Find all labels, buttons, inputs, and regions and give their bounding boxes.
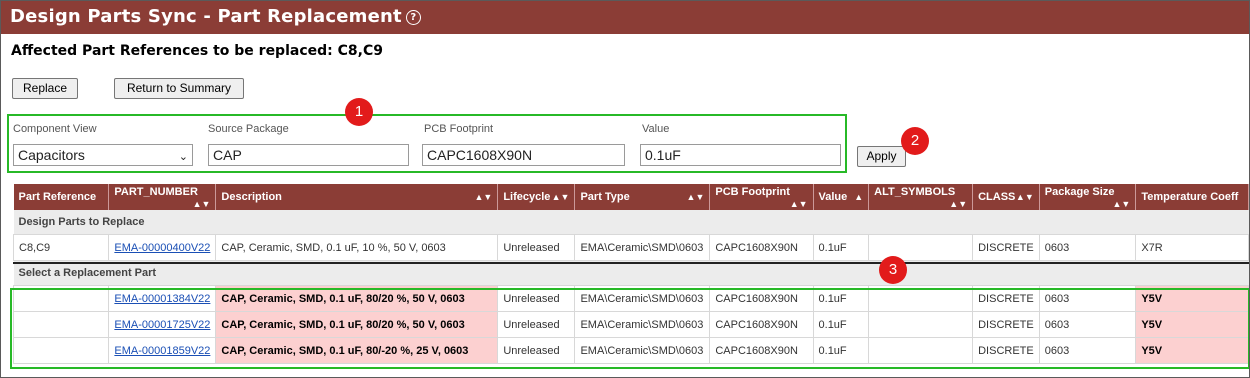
section-divider [13,262,1249,264]
pcb-footprint-label: PCB Footprint [424,123,494,135]
sort-icon[interactable]: ▲▼ [1016,192,1034,202]
column-header[interactable]: CLASS ▲▼ [972,184,1040,210]
chevron-down-icon: ⌄ [178,151,188,163]
column-header[interactable]: Value ▲ [813,184,870,210]
replacement-callout-box [10,288,1249,369]
section-header-row: Design Parts to Replace [13,210,1249,235]
column-header[interactable]: Part Reference [13,184,110,210]
column-header[interactable]: PCB Footprint ▲▼ [709,184,814,210]
column-header[interactable]: Part Type ▲▼ [574,184,711,210]
apply-button[interactable]: Apply [857,146,906,167]
value-field[interactable]: 0.1uF [640,144,841,166]
table-header-row: Part Reference PART_NUMBER ▲▼ Description… [13,184,1249,210]
help-icon[interactable]: ? [405,10,421,25]
column-header[interactable]: Package Size ▲▼ [1039,184,1137,210]
pcb-footprint-field[interactable]: CAPC1608X90N [422,144,625,166]
column-header[interactable]: Lifecycle ▲▼ [497,184,576,210]
component-view-label: Component View [13,123,97,135]
section-title: Select a Replacement Part [13,260,1249,286]
sort-icon[interactable]: ▲▼ [790,199,808,209]
return-to-summary-button[interactable]: Return to Summary [114,78,244,99]
replace-button[interactable]: Replace [12,78,78,99]
window-title: Design Parts Sync - Part Replacement? [10,6,421,27]
value-label: Value [642,123,670,135]
sort-icon[interactable]: ▲▼ [552,192,570,202]
sort-icon[interactable]: ▲▼ [949,199,967,209]
component-view-select[interactable]: Capacitors ⌄ [13,144,193,166]
sort-icon[interactable]: ▲▼ [687,192,705,202]
sort-ascending-icon[interactable]: ▲ [854,192,863,202]
callout-badge-3: 3 [879,256,907,284]
source-package-label: Source Package [208,123,289,135]
column-header[interactable]: Description ▲▼ [215,184,499,210]
column-header[interactable]: PART_NUMBER ▲▼ [108,184,217,210]
sort-icon[interactable]: ▲▼ [1113,199,1131,209]
column-header[interactable]: Temperature Coeff [1135,184,1249,210]
section-header-row: Select a Replacement Part [13,260,1249,286]
title-bar: Design Parts Sync - Part Replacement? [1,1,1249,34]
sort-icon[interactable]: ▲▼ [474,192,492,202]
callout-badge-2: 2 [901,127,929,155]
section-title: Design Parts to Replace [13,210,1249,235]
part-number-link[interactable]: EMA-00000400V22 [114,242,210,254]
source-package-field[interactable]: CAP [208,144,409,166]
part-replacement-window: Design Parts Sync - Part Replacement? Af… [0,0,1250,378]
column-header[interactable]: ALT_SYMBOLS ▲▼ [868,184,974,210]
callout-badge-1: 1 [345,98,373,126]
sort-icon[interactable]: ▲▼ [193,199,211,209]
affected-references-text: Affected Part References to be replaced:… [11,43,383,59]
table-row: C8,C9 EMA-00000400V22 CAP, Ceramic, SMD,… [12,234,1249,261]
